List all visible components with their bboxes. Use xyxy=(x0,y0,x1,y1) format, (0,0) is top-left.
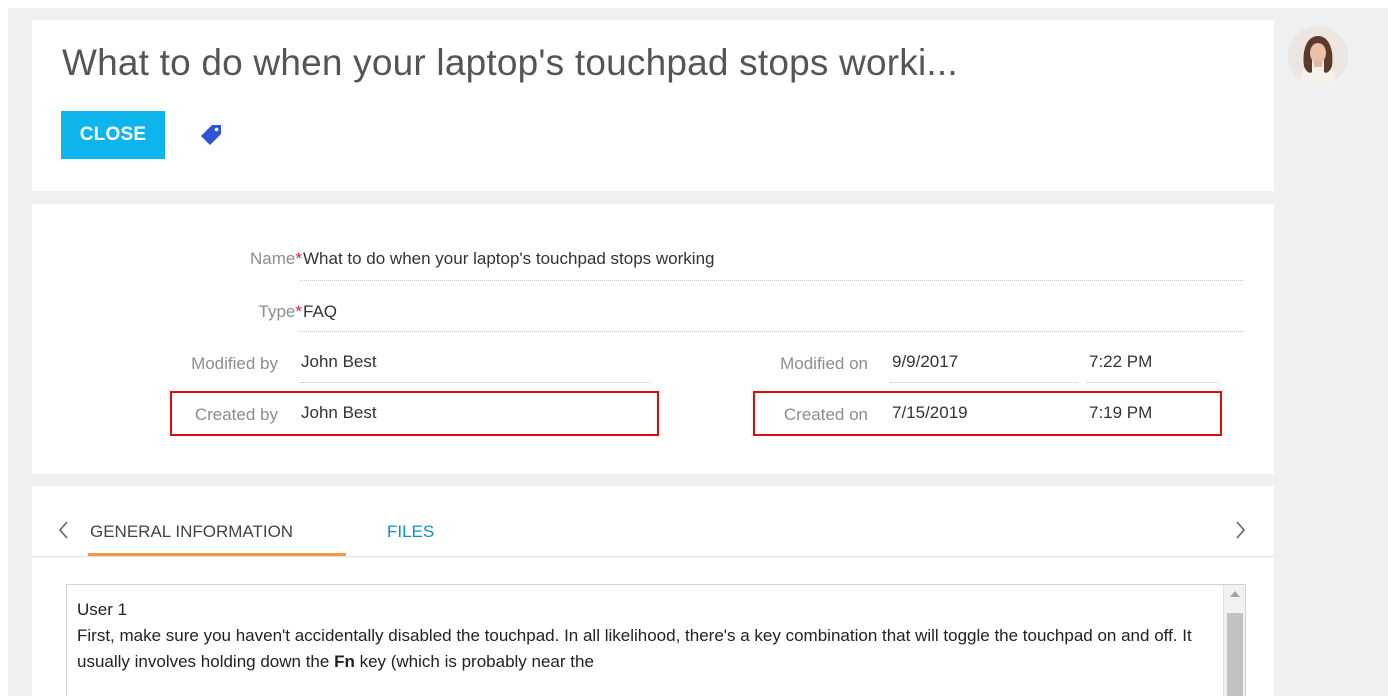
created-on-date[interactable]: 7/15/2019 xyxy=(892,403,968,423)
created-on-time[interactable]: 7:19 PM xyxy=(1089,403,1152,423)
name-field-underline xyxy=(300,280,1243,281)
chevron-left-icon[interactable] xyxy=(54,516,74,544)
editor-bold-key: Fn xyxy=(334,652,355,671)
editor-scrollbar[interactable] xyxy=(1223,585,1245,696)
editor-paragraph-start: First, make sure you haven't accidentall… xyxy=(77,626,1192,671)
tabs-divider xyxy=(32,556,1274,557)
details-panel: Name* What to do when your laptop's touc… xyxy=(32,204,1274,474)
created-on-label: Created on xyxy=(783,405,868,424)
content-editor[interactable]: User 1 First, make sure you haven't accid… xyxy=(66,584,1246,696)
editor-paragraph-end: key (which is probably near the xyxy=(354,652,594,671)
modified-on-date[interactable]: 9/9/2017 xyxy=(892,352,958,372)
editor-content: User 1 First, make sure you haven't accid… xyxy=(77,597,1207,675)
name-field[interactable]: What to do when your laptop's touchpad s… xyxy=(303,249,715,269)
close-button[interactable]: CLOSE xyxy=(61,111,165,159)
modified-on-time-underline xyxy=(1087,382,1218,383)
type-field[interactable]: FAQ xyxy=(303,302,337,322)
page-title: What to do when your laptop's touchpad s… xyxy=(62,42,958,83)
modified-on-date-underline xyxy=(890,382,1078,383)
scroll-up-arrow-icon[interactable] xyxy=(1230,591,1240,597)
type-label: Type* xyxy=(258,302,302,321)
tab-general-information[interactable]: GENERAL INFORMATION xyxy=(90,522,293,542)
modified-by-field[interactable]: John Best xyxy=(301,352,377,372)
scroll-thumb[interactable] xyxy=(1227,613,1243,696)
created-by-label: Created by xyxy=(194,405,278,424)
type-field-underline xyxy=(300,331,1243,332)
user-avatar[interactable] xyxy=(1288,26,1348,86)
name-label: Name* xyxy=(250,249,302,268)
tag-icon[interactable] xyxy=(200,124,222,146)
tab-files[interactable]: FILES xyxy=(387,522,434,542)
tabs-panel: GENERAL INFORMATION FILES User 1 First, m… xyxy=(32,486,1274,696)
modified-on-time[interactable]: 7:22 PM xyxy=(1089,352,1152,372)
modified-on-label: Modified on xyxy=(780,354,868,373)
chevron-right-icon[interactable] xyxy=(1230,516,1250,544)
editor-heading: User 1 xyxy=(77,600,128,619)
created-by-field[interactable]: John Best xyxy=(301,403,377,423)
header-panel: What to do when your laptop's touchpad s… xyxy=(32,20,1274,191)
modified-by-label: Modified by xyxy=(191,354,278,373)
modified-by-underline xyxy=(300,382,650,383)
